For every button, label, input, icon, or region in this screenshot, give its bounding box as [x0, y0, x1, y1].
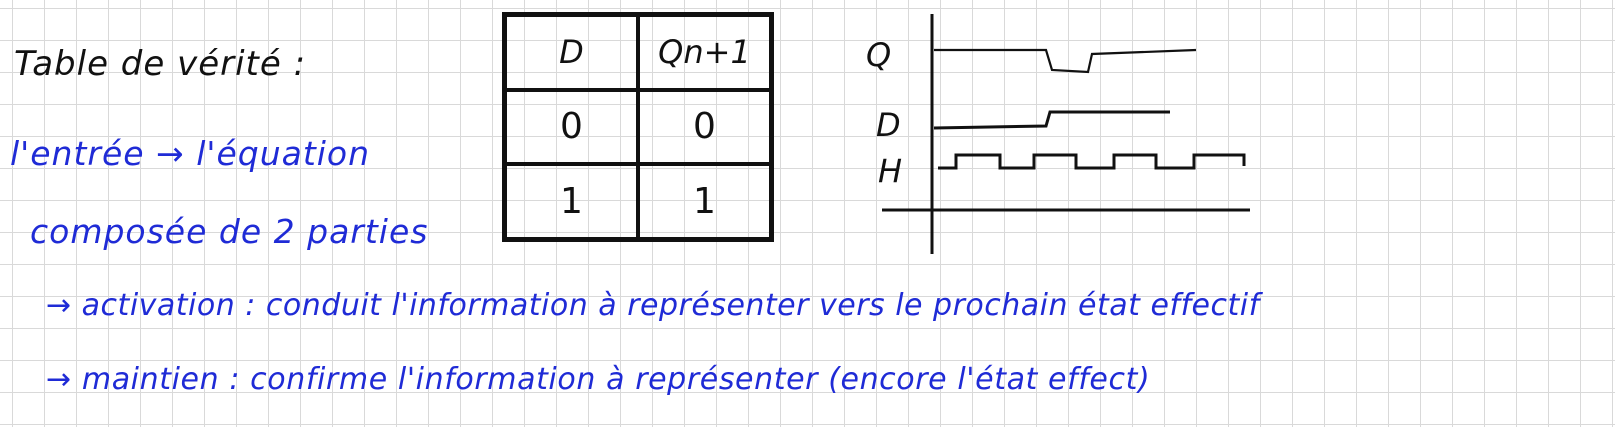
- signal-label-q: Q: [866, 36, 892, 74]
- truth-table: D Qn+1 0 0 1 1: [502, 12, 774, 242]
- truth-table-cell: 0: [505, 89, 638, 165]
- signal-label-h: H: [878, 152, 903, 190]
- timing-diagram: [882, 14, 1250, 254]
- note-line-maintien: → maintien : confirme l'information à re…: [46, 362, 1151, 397]
- truth-table-cell: 0: [638, 89, 771, 165]
- signal-label-d: D: [876, 106, 901, 144]
- page-title: Table de vérité :: [14, 44, 307, 84]
- waveform-d: [933, 110, 1170, 130]
- truth-table-cell: 1: [505, 164, 638, 239]
- waveform-q: [934, 48, 1197, 74]
- truth-table-cell: 1: [638, 164, 771, 239]
- waveform-h: [938, 153, 1246, 170]
- truth-table-header-d: D: [505, 15, 638, 90]
- truth-table-header-q: Qn+1: [638, 15, 771, 90]
- note-line-activation: → activation : conduit l'information à r…: [46, 288, 1260, 323]
- note-line-parties: composée de 2 parties: [30, 212, 429, 251]
- note-line-entree: l'entrée → l'équation: [10, 134, 371, 173]
